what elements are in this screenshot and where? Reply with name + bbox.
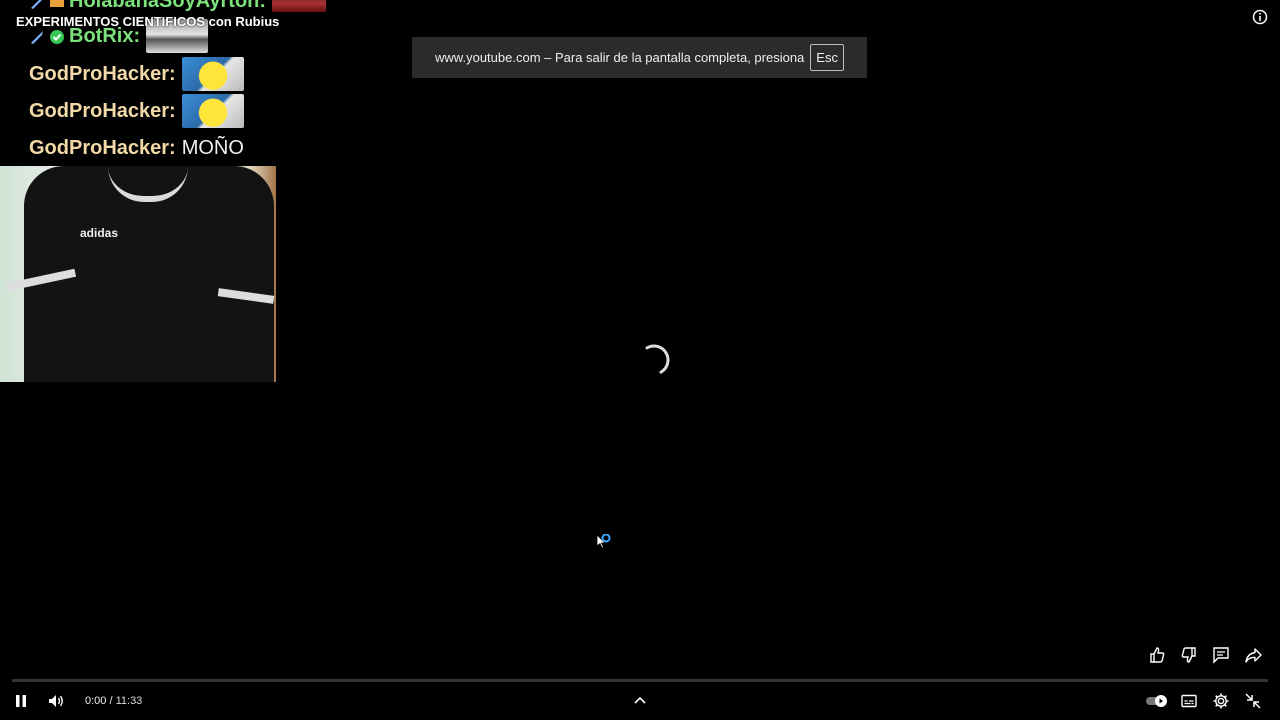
verified-badge-icon: [49, 28, 65, 44]
shirt-logo: adidas: [80, 226, 119, 240]
chat-username: HolabanaSoyAyrton:: [69, 0, 267, 12]
sub-badge-icon: [49, 0, 65, 9]
gear-icon[interactable]: [1210, 690, 1232, 712]
mod-badge-icon: [29, 28, 45, 44]
chat-username: GodProHacker:: [29, 62, 176, 85]
volume-icon[interactable]: [45, 690, 67, 712]
chat-emote: [272, 0, 327, 12]
chat-message: GodProHacker: MOÑO: [29, 129, 244, 166]
thumbs-down-icon[interactable]: [1178, 644, 1200, 666]
chat-emote: [181, 94, 244, 128]
esc-key-hint: Esc: [810, 44, 844, 71]
mod-badge-icon: [29, 0, 45, 9]
time-display: 0:00 / 11:33: [85, 695, 142, 707]
action-buttons: [1146, 644, 1264, 666]
player-controls: 0:00 / 11:33: [0, 686, 1280, 716]
chat-username: GodProHacker:: [29, 136, 176, 159]
current-time: 0:00: [85, 695, 107, 707]
webcam-feed: adidas: [0, 166, 276, 382]
chat-text: MOÑO: [181, 136, 244, 159]
chevron-up-icon[interactable]: [629, 690, 651, 712]
fullscreen-notice-text: www.youtube.com – Para salir de la panta…: [435, 50, 805, 65]
share-icon[interactable]: [1242, 644, 1264, 666]
comments-icon[interactable]: [1210, 644, 1232, 666]
chat-message: GodProHacker:: [29, 55, 244, 93]
loading-spinner-icon: [636, 342, 672, 378]
info-icon[interactable]: [1252, 9, 1268, 25]
chat-emote: [181, 57, 244, 91]
subtitles-icon[interactable]: [1178, 690, 1200, 712]
pause-icon[interactable]: [10, 690, 32, 712]
duration: 11:33: [115, 695, 143, 707]
exit-fullscreen-icon[interactable]: [1242, 690, 1264, 712]
autoplay-toggle-icon[interactable]: [1144, 690, 1170, 712]
video-title[interactable]: EXPERIMENTOS CIENTIFICOS con Rubius: [16, 14, 279, 29]
time-separator: /: [106, 695, 116, 707]
chat-message: GodProHacker:: [29, 92, 244, 130]
fullscreen-notice: www.youtube.com – Para salir de la panta…: [412, 37, 867, 78]
busy-cursor-icon: [596, 533, 612, 552]
thumbs-up-icon[interactable]: [1146, 644, 1168, 666]
progress-bar[interactable]: [12, 679, 1268, 682]
chat-username: GodProHacker:: [29, 99, 176, 122]
